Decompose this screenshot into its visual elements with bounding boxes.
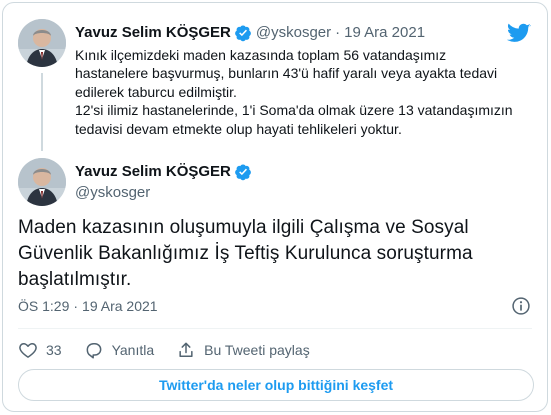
reply-icon	[86, 343, 101, 359]
separator-dot: ·	[335, 24, 341, 41]
verified-badge-icon	[235, 164, 251, 181]
quoted-tweet-text: Kınık ilçemizdeki maden kazasında toplam…	[75, 46, 515, 138]
twitter-bird-icon[interactable]	[507, 21, 531, 45]
author-handle[interactable]: @yskosger	[256, 23, 331, 43]
info-icon[interactable]	[511, 296, 531, 316]
quoted-tweet-paragraph: 12'si ilimiz hastanelerinde, 1'i Soma'da…	[75, 102, 513, 137]
main-tweet-text: Maden kazasının oluşumuyla ilgili Çalışm…	[18, 217, 473, 290]
tweet-timestamp[interactable]: ÖS 1:29 · 19 Ara 2021	[18, 297, 158, 315]
share-icon	[179, 342, 193, 357]
avatar[interactable]	[18, 19, 66, 67]
author-name[interactable]: Yavuz Selim KÖŞGER	[75, 23, 231, 43]
separator-dot: ·	[73, 298, 79, 314]
like-button[interactable]: 33	[18, 340, 62, 360]
quoted-tweet-paragraph: Kınık ilçemizdeki maden kazasında toplam…	[75, 47, 498, 100]
tweet-date[interactable]: 19 Ara 2021	[82, 297, 158, 315]
author-handle[interactable]: @yskosger	[75, 183, 150, 203]
verified-badge-icon	[235, 25, 251, 42]
tweet-actions: 33 Yanıtla Bu Tweeti paylaş	[18, 339, 332, 361]
embedded-tweet-card: Yavuz Selim KÖŞGER @yskosger · 19 Ara 20…	[2, 2, 548, 412]
tweet-date[interactable]: 19 Ara 2021	[344, 23, 425, 43]
tweet-time[interactable]: ÖS 1:29	[18, 297, 69, 315]
share-label: Bu Tweeti paylaş	[204, 342, 310, 358]
reply-label: Yanıtla	[111, 342, 155, 358]
divider	[18, 328, 532, 329]
quoted-tweet-header: Yavuz Selim KÖŞGER @yskosger · 19 Ara 20…	[75, 23, 425, 43]
explore-twitter-button[interactable]: Twitter'da neler olup bittiğini keşfet	[18, 369, 534, 401]
heart-icon	[19, 343, 37, 358]
author-name[interactable]: Yavuz Selim KÖŞGER	[75, 162, 231, 182]
thread-connector	[41, 73, 43, 151]
like-count: 33	[46, 342, 62, 358]
avatar-image	[18, 158, 66, 206]
avatar-image	[18, 19, 66, 67]
main-tweet-author: Yavuz Selim KÖŞGER	[75, 162, 256, 182]
share-button[interactable]: Bu Tweeti paylaş	[176, 340, 310, 360]
avatar[interactable]	[18, 158, 66, 206]
reply-button[interactable]: Yanıtla	[84, 340, 155, 360]
